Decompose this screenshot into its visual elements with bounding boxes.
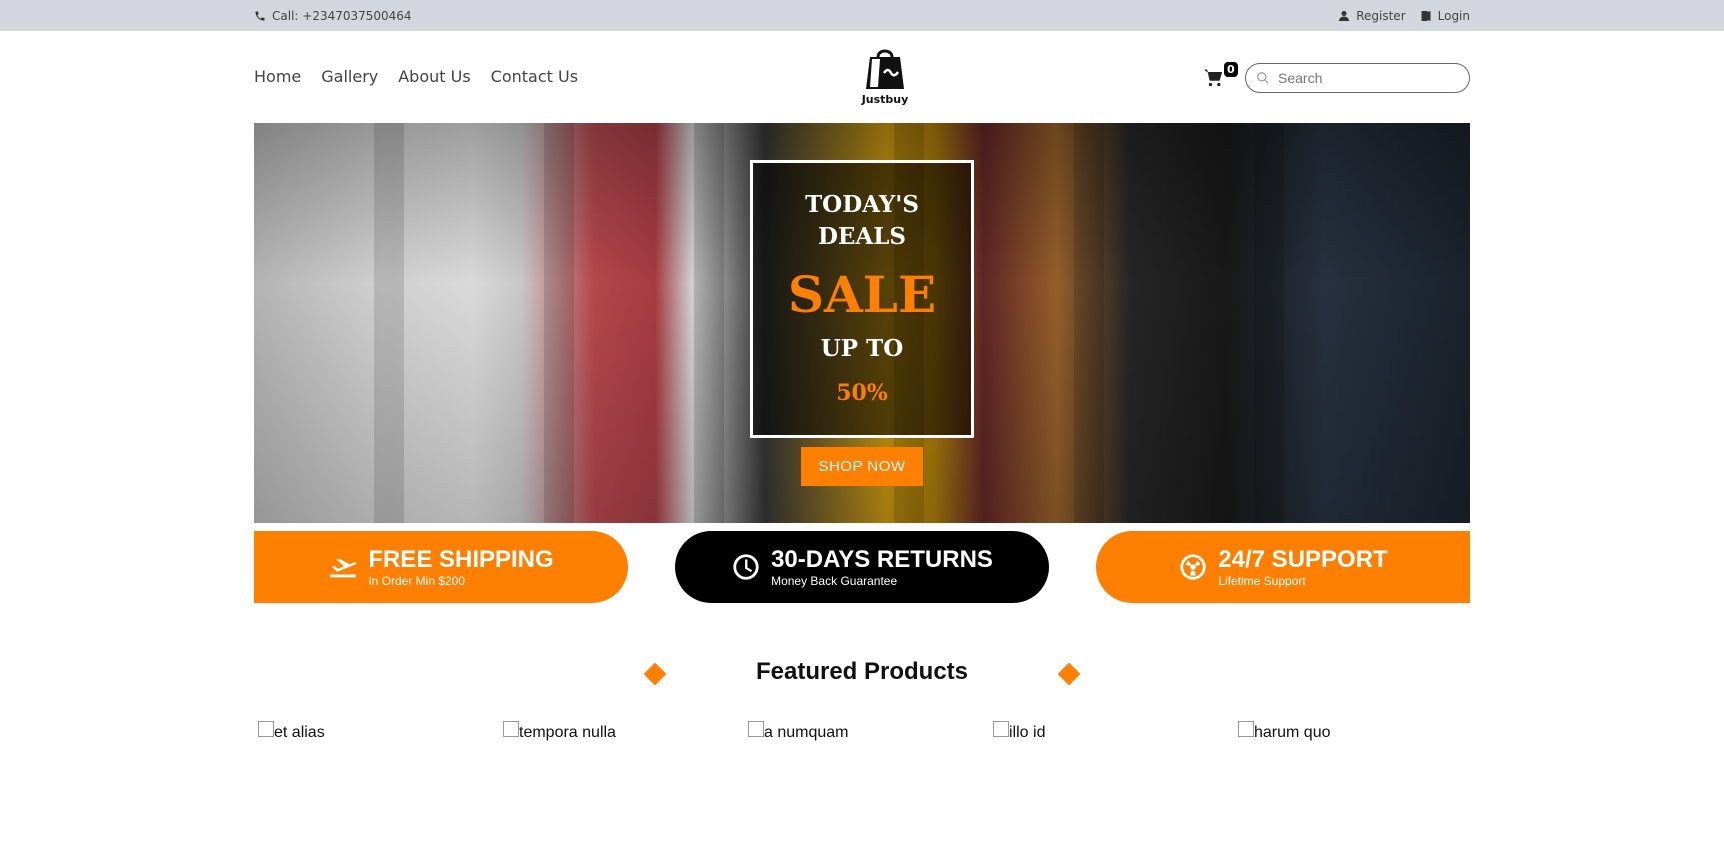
discount-percent: 50%	[836, 380, 888, 406]
product-item[interactable]: illo id	[993, 721, 1046, 742]
search-icon[interactable]	[1256, 71, 1270, 85]
deal-line-1: TODAY'S	[805, 191, 919, 218]
nav-contact[interactable]: Contact Us	[491, 67, 578, 86]
feature-returns: 30-DAYS RETURNS Money Back Guarantee	[675, 531, 1049, 603]
search-input[interactable]	[1278, 70, 1458, 86]
feature-subtitle: Lifetime Support	[1218, 574, 1306, 588]
features-strip: FREE SHIPPING In Order Min $200 30-DAYS …	[254, 531, 1470, 603]
cart-icon	[1203, 69, 1223, 87]
product-name: et alias	[274, 724, 325, 741]
nav-about[interactable]: About Us	[398, 67, 470, 86]
product-item[interactable]: a numquam	[748, 721, 849, 742]
broken-image-icon	[503, 721, 519, 737]
feature-support: 24/7 SUPPORT Lifetime Support	[1096, 531, 1470, 603]
product-name: tempora nulla	[519, 724, 616, 741]
feature-free-shipping: FREE SHIPPING In Order Min $200	[254, 531, 628, 603]
broken-image-icon	[1238, 721, 1254, 737]
cart-button[interactable]: 0	[1203, 62, 1239, 88]
product-item[interactable]: tempora nulla	[503, 721, 616, 742]
main-nav: Home Gallery About Us Contact Us	[254, 67, 578, 86]
deal-box: TODAY'S DEALS SALE UP TO 50%	[750, 160, 974, 438]
product-item[interactable]: harum quo	[1238, 721, 1331, 742]
register-label: Register	[1356, 8, 1406, 23]
logo-text: Justbuy	[861, 93, 909, 106]
diamond-ornament-left	[643, 662, 667, 686]
login-door-icon	[1421, 10, 1431, 21]
product-name: a numquam	[764, 724, 849, 741]
section-title: Featured Products	[755, 658, 969, 685]
product-item[interactable]: et alias	[258, 721, 325, 742]
phone-icon	[255, 11, 265, 20]
phone-text: Call: +2347037500464	[272, 8, 412, 23]
top-bar: Call: +2347037500464 Register Login	[0, 0, 1724, 31]
login-label: Login	[1437, 8, 1470, 23]
product-name: illo id	[1009, 724, 1046, 741]
cart-count-badge: 0	[1224, 62, 1238, 77]
shop-now-button[interactable]: SHOP NOW	[801, 447, 923, 486]
featured-products-header: Featured Products	[0, 654, 1724, 698]
deal-line-2: DEALS	[817, 223, 907, 250]
hero-banner: TODAY'S DEALS SALE UP TO 50% SHOP NOW	[254, 123, 1470, 523]
feature-title: FREE SHIPPING	[368, 546, 554, 573]
search-box	[1245, 63, 1470, 93]
feature-subtitle: In Order Min $200	[368, 574, 466, 588]
login-link[interactable]: Login	[1420, 9, 1470, 23]
shopping-bag-icon	[866, 49, 904, 89]
feature-title: 24/7 SUPPORT	[1218, 546, 1388, 573]
phone-contact[interactable]: Call: +2347037500464	[254, 9, 412, 23]
broken-image-icon	[993, 721, 1009, 737]
nav-gallery[interactable]: Gallery	[321, 67, 378, 86]
feature-title: 30-DAYS RETURNS	[771, 546, 993, 573]
register-link[interactable]: Register	[1338, 8, 1406, 23]
broken-image-icon	[258, 721, 274, 737]
clock-icon	[733, 554, 759, 580]
plane-icon	[330, 558, 357, 578]
product-name: harum quo	[1254, 724, 1331, 741]
diamond-ornament-right	[1057, 662, 1081, 686]
broken-image-icon	[748, 721, 764, 737]
support-icon	[1180, 554, 1206, 580]
user-icon	[1339, 10, 1350, 21]
product-list: et alias tempora nulla a numquam illo id…	[254, 721, 1470, 746]
site-logo[interactable]: Justbuy	[860, 45, 910, 106]
upto-text: UP TO	[820, 335, 904, 362]
nav-home[interactable]: Home	[254, 67, 301, 86]
main-header: Home Gallery About Us Contact Us Justbuy…	[254, 31, 1470, 123]
sale-heading: SALE	[787, 265, 937, 324]
feature-subtitle: Money Back Guarantee	[771, 574, 898, 588]
